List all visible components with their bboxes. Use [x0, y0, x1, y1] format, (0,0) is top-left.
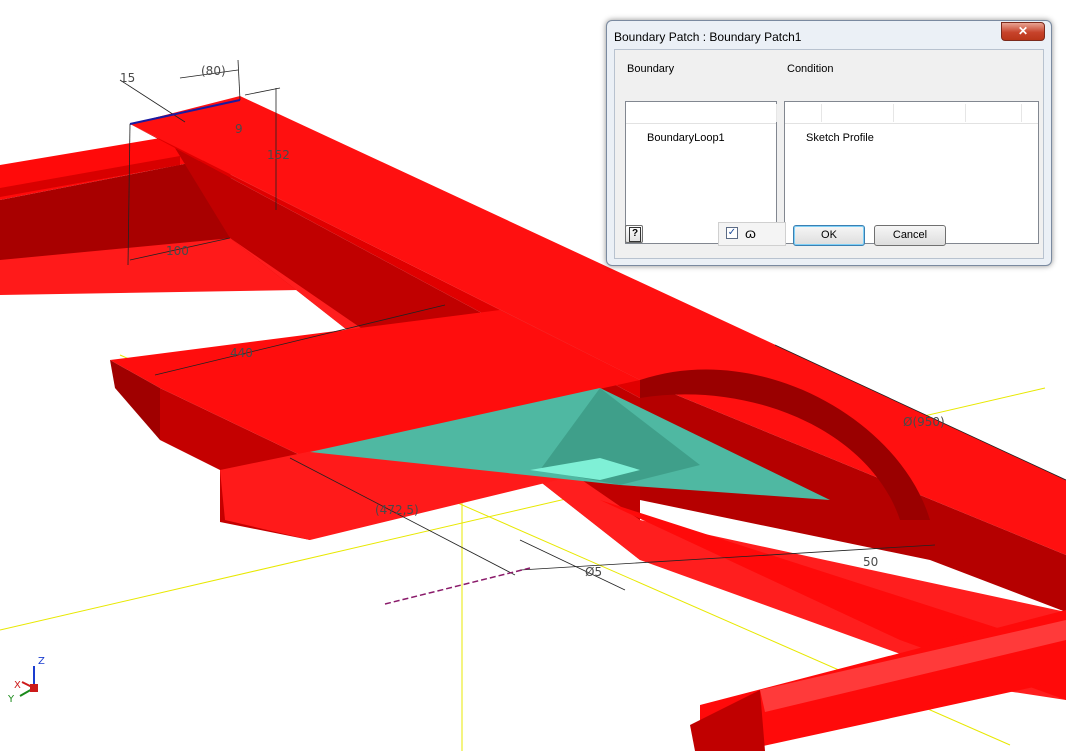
- triad-x-label: X: [14, 680, 21, 691]
- condition-list-item[interactable]: Sketch Profile: [806, 132, 874, 144]
- view-triad: Z X Y: [8, 656, 52, 706]
- dimension-15[interactable]: 15: [120, 71, 135, 85]
- cancel-button[interactable]: Cancel: [874, 225, 946, 246]
- triad-y-label: Y: [8, 694, 15, 705]
- dimension-50[interactable]: 50: [863, 555, 878, 569]
- condition-header: Condition: [787, 63, 834, 75]
- dimension-9[interactable]: 9: [235, 122, 243, 136]
- dimension-950[interactable]: Ø(950): [903, 415, 945, 429]
- dimension-152[interactable]: 152: [267, 148, 290, 162]
- dimension-5[interactable]: Ø5: [585, 565, 602, 579]
- boundary-list-item[interactable]: BoundaryLoop1: [647, 132, 725, 144]
- boundary-header: Boundary: [627, 63, 675, 75]
- preview-checkbox[interactable]: ✓: [726, 227, 738, 239]
- ok-button[interactable]: OK: [793, 225, 865, 246]
- condition-list[interactable]: Sketch Profile: [784, 101, 1039, 244]
- triad-z-label: Z: [38, 656, 45, 667]
- close-icon[interactable]: ✕: [1001, 22, 1045, 41]
- boundary-patch-dialog: Boundary Patch : Boundary Patch1 ✕ Bound…: [606, 20, 1052, 266]
- dimension-472-5[interactable]: (472,5): [375, 503, 419, 517]
- glasses-icon: ɷ: [745, 225, 756, 241]
- dimension-80[interactable]: (80): [201, 64, 226, 78]
- sketch-centerline: [384, 567, 531, 605]
- preview-toggle[interactable]: ✓ ɷ: [718, 222, 786, 246]
- help-icon: ?: [629, 227, 641, 242]
- dimension-440[interactable]: 440: [230, 346, 253, 360]
- dialog-body: Boundary Condition BoundaryLoop1 Sketch …: [614, 49, 1044, 259]
- dimension-100[interactable]: 100: [166, 244, 189, 258]
- help-button[interactable]: ?: [625, 225, 643, 243]
- dialog-titlebar[interactable]: Boundary Patch : Boundary Patch1 ✕: [607, 21, 1051, 49]
- dialog-title: Boundary Patch : Boundary Patch1: [614, 30, 802, 44]
